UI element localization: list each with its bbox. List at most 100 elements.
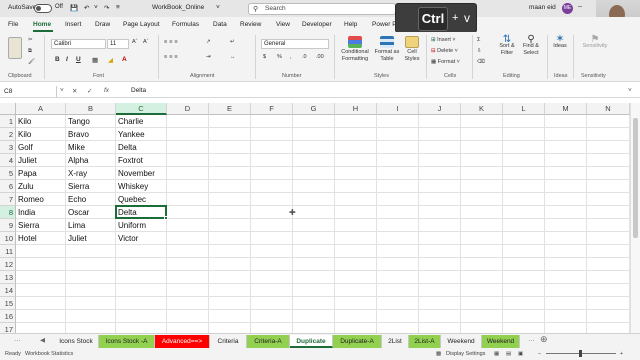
paste-button[interactable] xyxy=(6,37,24,60)
cell-b12[interactable] xyxy=(66,258,116,271)
normal-view-icon[interactable]: ▦ xyxy=(494,351,499,357)
cell-a5[interactable]: Papa xyxy=(16,167,66,180)
font-name-select[interactable]: Calibri xyxy=(51,39,106,49)
row-header[interactable]: 7 xyxy=(0,193,16,206)
number-format-select[interactable]: General xyxy=(261,39,329,49)
cell-c10[interactable]: Victor xyxy=(116,232,167,245)
cell-a16[interactable] xyxy=(16,310,66,323)
cell-c13[interactable] xyxy=(116,271,167,284)
clear-icon[interactable]: ⌫ xyxy=(477,59,485,66)
redo-icon[interactable]: ↷ xyxy=(104,4,109,12)
cell-c6[interactable]: Whiskey xyxy=(116,180,167,193)
cell-b11[interactable] xyxy=(66,245,116,258)
chevron-down-icon[interactable]: ˅ xyxy=(216,4,220,11)
save-icon[interactable]: 💾 xyxy=(70,4,78,12)
row-header[interactable]: 16 xyxy=(0,310,16,323)
zoom-in-icon[interactable]: + xyxy=(620,351,623,357)
scroll-left-icon[interactable]: ◀ xyxy=(40,336,45,344)
cell-b4[interactable]: Alpha xyxy=(66,154,116,167)
page-layout-view-icon[interactable]: ▤ xyxy=(506,351,511,357)
underline-button[interactable]: U xyxy=(76,56,81,63)
decrease-decimal-icon[interactable]: .00 xyxy=(316,54,324,61)
column-header-j[interactable]: J xyxy=(419,103,461,115)
cell-b2[interactable]: Bravo xyxy=(66,128,116,141)
comma-icon[interactable]: , xyxy=(290,54,292,61)
workbook-statistics[interactable]: Workbook Statistics xyxy=(25,351,73,357)
cell-a12[interactable] xyxy=(16,258,66,271)
font-color-icon[interactable]: A xyxy=(122,56,127,63)
horizontal-align-icons[interactable]: ≡≡≡ xyxy=(164,54,180,61)
increase-font-icon[interactable]: Aˆ xyxy=(132,39,138,46)
column-header-l[interactable]: L xyxy=(503,103,545,115)
wrap-text-icon[interactable]: ↵ xyxy=(230,39,235,46)
cell-a10[interactable]: Hotel xyxy=(16,232,66,245)
sheet-tab-icons-stock-a[interactable]: Icons Stock -A xyxy=(99,335,155,348)
sheet-tab-criteria-a[interactable]: Criteria-A xyxy=(247,335,290,348)
cell-c16[interactable] xyxy=(116,310,167,323)
orientation-icon[interactable]: ↗ xyxy=(206,39,211,46)
tab-home[interactable]: Home xyxy=(33,21,51,28)
undo-icon[interactable]: ↶ xyxy=(84,4,89,12)
cell-c1[interactable]: Charlie xyxy=(116,115,167,128)
display-settings[interactable]: Display Settings xyxy=(446,351,485,357)
zoom-slider-thumb[interactable] xyxy=(579,350,582,357)
column-header-g[interactable]: G xyxy=(293,103,335,115)
insert-cells-button[interactable]: ⊞ Insert ˅ xyxy=(431,37,456,44)
cell-a11[interactable] xyxy=(16,245,66,258)
search-box[interactable]: ⚲ Search xyxy=(248,3,396,15)
tab-file[interactable]: File xyxy=(8,21,18,28)
cell-a9[interactable]: Sierra xyxy=(16,219,66,232)
column-header-f[interactable]: F xyxy=(251,103,293,115)
cell-b13[interactable] xyxy=(66,271,116,284)
cell-c12[interactable] xyxy=(116,258,167,271)
cell-c5[interactable]: November xyxy=(116,167,167,180)
cell-c9[interactable]: Uniform xyxy=(116,219,167,232)
name-box[interactable]: C8 xyxy=(2,86,57,97)
column-header-b[interactable]: B xyxy=(66,103,116,115)
scrollbar-thumb[interactable] xyxy=(633,118,638,238)
chevron-down-icon[interactable]: ˅ xyxy=(94,4,98,11)
percent-icon[interactable]: % xyxy=(277,54,282,61)
cell-a13[interactable] xyxy=(16,271,66,284)
add-sheet-icon[interactable]: ⊕ xyxy=(540,334,548,345)
tab-data[interactable]: Data xyxy=(213,21,227,28)
fill-icon[interactable]: ⇩ xyxy=(477,48,482,55)
tab-help[interactable]: Help xyxy=(344,21,357,28)
column-header-h[interactable]: H xyxy=(335,103,377,115)
cell-c2[interactable]: Yankee xyxy=(116,128,167,141)
chevron-down-icon[interactable]: ˅ xyxy=(60,87,64,94)
autosum-icon[interactable]: Σ xyxy=(477,37,480,44)
cell-b10[interactable]: Juliet xyxy=(66,232,116,245)
page-break-view-icon[interactable]: ▣ xyxy=(518,351,523,357)
sort-filter-button[interactable]: ⇅ Sort & Filter xyxy=(496,35,518,57)
column-header-d[interactable]: D xyxy=(167,103,209,115)
scroll-right-icon[interactable]: … xyxy=(528,336,535,343)
column-header-c[interactable]: C xyxy=(116,103,167,115)
cell-b6[interactable]: Sierra xyxy=(66,180,116,193)
conditional-formatting-button[interactable]: Conditional Formatting xyxy=(336,36,374,63)
tab-view[interactable]: View xyxy=(276,21,290,28)
sheet-tab-2list[interactable]: 2List xyxy=(382,335,409,348)
display-settings-icon[interactable]: ▩ xyxy=(436,351,441,357)
cell-b8[interactable]: Oscar xyxy=(66,206,116,219)
column-header-a[interactable]: A xyxy=(16,103,66,115)
ideas-button[interactable]: ✶ Ideas xyxy=(551,34,569,50)
sheet-tab-advanced[interactable]: Advanced==> xyxy=(155,335,210,348)
cell-a14[interactable] xyxy=(16,284,66,297)
cell-c11[interactable] xyxy=(116,245,167,258)
row-header[interactable]: 10 xyxy=(0,232,16,245)
italic-button[interactable]: I xyxy=(66,56,68,63)
vertical-scrollbar[interactable] xyxy=(630,103,640,333)
tab-review[interactable]: Review xyxy=(240,21,261,28)
cell-b1[interactable]: Tango xyxy=(66,115,116,128)
borders-icon[interactable]: ▦ xyxy=(92,56,98,64)
row-header[interactable]: 6 xyxy=(0,180,16,193)
cell-a6[interactable]: Zulu xyxy=(16,180,66,193)
format-painter-icon[interactable]: 🖌 xyxy=(28,59,35,66)
cell-b5[interactable]: X-ray xyxy=(66,167,116,180)
zoom-out-icon[interactable]: – xyxy=(538,351,541,357)
merge-center-icon[interactable]: ↔ xyxy=(230,54,236,61)
sheet-tab-criteria[interactable]: Criteria xyxy=(210,335,247,348)
minimize-icon[interactable]: – xyxy=(578,3,582,10)
cell-b16[interactable] xyxy=(66,310,116,323)
